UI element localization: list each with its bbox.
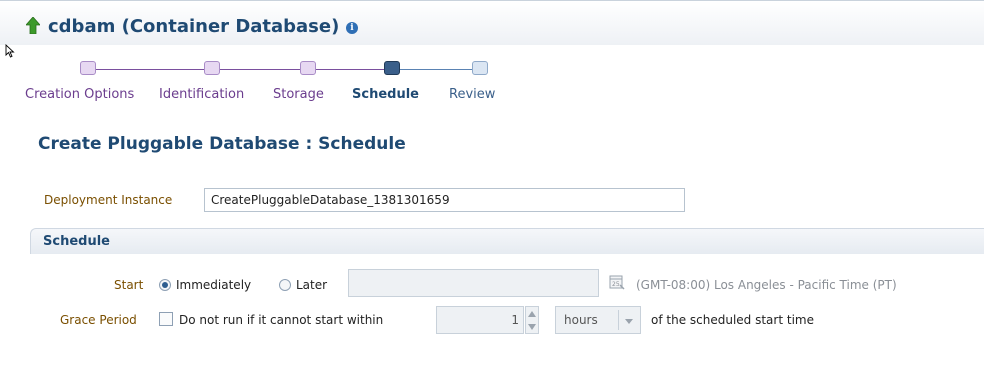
step-storage[interactable]: Storage — [273, 87, 324, 102]
schedule-section-header: Schedule — [30, 228, 984, 254]
info-icon[interactable]: i — [346, 22, 358, 34]
step-schedule: Schedule — [352, 87, 419, 102]
deployment-instance-label: Deployment Instance — [44, 193, 173, 207]
train-connector — [400, 69, 472, 70]
grace-checkbox-label[interactable]: Do not run if it cannot start within — [179, 313, 383, 327]
step-identification[interactable]: Identification — [159, 87, 244, 102]
step-creation-options[interactable]: Creation Options — [25, 87, 134, 102]
train-connector — [316, 69, 384, 70]
mouse-cursor-icon — [5, 44, 15, 58]
grace-unit-value: hours — [564, 313, 598, 327]
deployment-instance-input[interactable]: CreatePluggableDatabase_1381301659 — [204, 188, 685, 212]
calendar-icon[interactable]: 25 — [608, 273, 626, 291]
train-node-creation-options[interactable] — [80, 61, 96, 75]
train-node-schedule — [384, 61, 400, 75]
grace-period-checkbox[interactable] — [159, 312, 173, 326]
timezone-text: (GMT-08:00) Los Angeles - Pacific Time (… — [636, 278, 897, 292]
database-title: cdbam (Container Database) — [48, 16, 340, 37]
train-node-identification[interactable] — [204, 61, 220, 75]
grace-period-value: 1 — [511, 313, 519, 327]
start-label: Start — [114, 278, 144, 292]
train-node-review — [472, 61, 488, 75]
grace-suffix-text: of the scheduled start time — [651, 313, 814, 327]
grace-unit-select[interactable]: hours — [555, 306, 641, 334]
stepper-down-icon[interactable] — [526, 321, 538, 333]
green-up-arrow-icon[interactable] — [26, 17, 40, 34]
train-connector — [220, 69, 300, 70]
stepper-up-icon[interactable] — [526, 308, 538, 320]
page-title: Create Pluggable Database : Schedule — [38, 134, 406, 154]
later-option-label[interactable]: Later — [296, 278, 327, 292]
page-header: cdbam (Container Database) i — [0, 0, 984, 45]
immediately-option-label[interactable]: Immediately — [176, 278, 251, 292]
grace-period-stepper-input[interactable]: 1 — [436, 306, 524, 334]
stepper-buttons[interactable] — [525, 306, 539, 334]
chevron-down-icon[interactable] — [624, 316, 634, 326]
later-datetime-input[interactable] — [348, 269, 599, 297]
later-radio[interactable] — [279, 279, 291, 291]
svg-text:25: 25 — [612, 281, 620, 288]
dropdown-divider — [618, 310, 619, 330]
train-node-storage[interactable] — [300, 61, 316, 75]
train-connector — [96, 69, 204, 70]
schedule-section-title: Schedule — [43, 234, 110, 249]
immediately-radio[interactable] — [159, 279, 171, 291]
grace-period-label: Grace Period — [60, 313, 137, 327]
step-review: Review — [449, 87, 496, 102]
